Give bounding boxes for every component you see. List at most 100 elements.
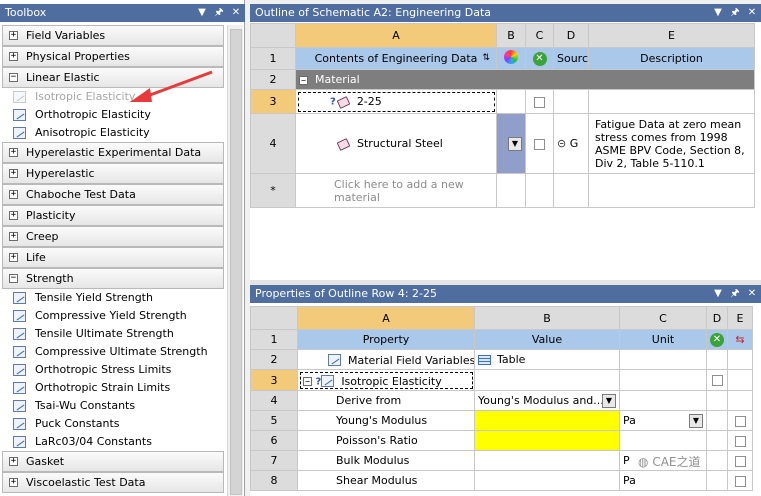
unit-select[interactable]: Pa ▼: [619, 410, 707, 431]
col-letter-c[interactable]: C: [525, 23, 554, 48]
toolbox-item-compressive-ultimate-strength[interactable]: Compressive Ultimate Strength: [2, 343, 224, 361]
source-cell[interactable]: ⊝ G: [553, 113, 589, 174]
property-cell[interactable]: Material Field Variables: [297, 349, 475, 370]
category-strength[interactable]: − Strength: [2, 268, 224, 289]
toolbox-item-tensile-ultimate-strength[interactable]: Tensile Ultimate Strength: [2, 325, 224, 343]
toolbox-scrollbar[interactable]: [227, 25, 243, 496]
close-icon[interactable]: ✕: [745, 285, 759, 303]
value-cell[interactable]: Table: [474, 349, 620, 370]
table-row-add-new[interactable]: * Click here to add a new material: [250, 173, 755, 208]
dropdown-icon[interactable]: ▼: [195, 4, 209, 22]
col-letter-d[interactable]: D: [553, 23, 589, 48]
expand-icon[interactable]: +: [9, 169, 18, 178]
collapse-icon[interactable]: −: [303, 377, 312, 386]
pin-icon[interactable]: 🖈: [212, 4, 226, 22]
group-cell[interactable]: − Material: [295, 69, 755, 90]
expand-icon[interactable]: +: [9, 211, 18, 220]
pin-icon[interactable]: 🖈: [728, 285, 742, 303]
category-hyperelastic[interactable]: + Hyperelastic: [2, 163, 224, 184]
suppress-checkbox[interactable]: [534, 96, 545, 108]
sort-icon[interactable]: ⇅: [482, 53, 490, 63]
col-letter-e[interactable]: E: [727, 306, 753, 330]
expand-icon[interactable]: +: [9, 253, 18, 262]
toolbox-item-orthotropic-strain-limits[interactable]: Orthotropic Strain Limits: [2, 379, 224, 397]
toolbox-item-anisotropic-elasticity[interactable]: Anisotropic Elasticity: [2, 124, 224, 142]
header-contents[interactable]: Contents of Engineering Data ⇅: [295, 47, 497, 70]
col-letter-b[interactable]: B: [496, 23, 526, 48]
category-field-variables[interactable]: + Field Variables: [2, 25, 224, 46]
parameter-cell[interactable]: [727, 470, 753, 491]
col-letter-d[interactable]: D: [706, 306, 728, 330]
color-cell[interactable]: [496, 89, 526, 114]
parameter-checkbox[interactable]: [734, 475, 746, 487]
col-letter-b[interactable]: B: [474, 306, 620, 330]
expand-icon[interactable]: +: [9, 478, 18, 487]
category-plasticity[interactable]: + Plasticity: [2, 205, 224, 226]
table-row[interactable]: 5 Young's Modulus Pa ▼: [250, 410, 753, 431]
table-row[interactable]: 4 Structural Steel ▼ ⊝ G Fatigue Data at…: [250, 113, 755, 174]
toolbox-item-tensile-yield-strength[interactable]: Tensile Yield Strength: [2, 289, 224, 307]
close-icon[interactable]: ✕: [745, 4, 759, 22]
parameter-cell[interactable]: [727, 410, 753, 431]
material-cell[interactable]: Structural Steel: [295, 113, 497, 174]
parameter-checkbox[interactable]: [734, 455, 746, 467]
toolbox-item-orthotropic-stress-limits[interactable]: Orthotropic Stress Limits: [2, 361, 224, 379]
toolbox-item-orthotropic-elasticity[interactable]: Orthotropic Elasticity: [2, 106, 224, 124]
col-letter-a[interactable]: A: [295, 23, 497, 48]
collapse-icon[interactable]: −: [9, 73, 18, 82]
toolbox-item-tsai-wu-constants[interactable]: Tsai-Wu Constants: [2, 397, 224, 415]
scrollbar-thumb[interactable]: [230, 29, 242, 495]
expand-icon[interactable]: +: [9, 52, 18, 61]
category-life[interactable]: + Life: [2, 247, 224, 268]
expand-icon[interactable]: +: [9, 148, 18, 157]
col-letter-e[interactable]: E: [588, 23, 755, 48]
add-material-cell[interactable]: Click here to add a new material: [295, 173, 497, 208]
toolbox-item-larc-constants[interactable]: LaRc03/04 Constants: [2, 433, 224, 451]
table-row[interactable]: 2 Material Field Variables Table: [250, 349, 753, 370]
expand-icon[interactable]: +: [9, 190, 18, 199]
expand-icon[interactable]: +: [9, 457, 18, 466]
parameter-cell[interactable]: [727, 450, 753, 471]
category-viscoelastic-test-data[interactable]: + Viscoelastic Test Data: [2, 472, 224, 493]
chevron-down-icon[interactable]: ▼: [602, 393, 616, 408]
pin-icon[interactable]: 🖈: [728, 4, 742, 22]
category-chaboche-test-data[interactable]: + Chaboche Test Data: [2, 184, 224, 205]
value-input[interactable]: [474, 430, 620, 451]
expand-icon[interactable]: +: [9, 232, 18, 241]
dropdown-icon[interactable]: ▼: [711, 285, 725, 303]
col-letter-c[interactable]: C: [619, 306, 707, 330]
chevron-down-icon[interactable]: ▼: [508, 136, 522, 151]
category-label: Life: [26, 251, 46, 264]
collapse-icon[interactable]: −: [9, 274, 18, 283]
category-hyperelastic-experimental-data[interactable]: + Hyperelastic Experimental Data: [2, 142, 224, 163]
material-cell[interactable]: ? 2-25 ▼: [295, 89, 497, 114]
expand-icon[interactable]: +: [9, 31, 18, 40]
table-row[interactable]: 3 − ? Isotropic Elasticity: [250, 369, 753, 391]
suppress-cell[interactable]: [525, 113, 554, 174]
property-cell[interactable]: − ? Isotropic Elasticity: [297, 369, 475, 391]
table-row[interactable]: 8 Shear Modulus Pa: [250, 470, 753, 491]
collapse-icon[interactable]: −: [299, 75, 308, 85]
parameter-cell[interactable]: [727, 430, 753, 451]
chevron-down-icon[interactable]: ▼: [689, 413, 703, 428]
value-input[interactable]: [474, 410, 620, 431]
suppress-checkbox[interactable]: [711, 375, 723, 386]
category-gasket[interactable]: + Gasket: [2, 451, 224, 472]
toolbox-item-puck-constants[interactable]: Puck Constants: [2, 415, 224, 433]
col-letter-a[interactable]: A: [297, 306, 475, 330]
category-creep[interactable]: + Creep: [2, 226, 224, 247]
suppress-cell[interactable]: [525, 89, 554, 114]
parameter-checkbox[interactable]: [734, 415, 746, 427]
value-select[interactable]: Young's Modulus and... ▼: [474, 390, 620, 411]
close-icon[interactable]: ✕: [229, 4, 243, 22]
table-row[interactable]: 6 Poisson's Ratio: [250, 430, 753, 451]
color-cell[interactable]: ▼: [496, 113, 526, 174]
parameter-checkbox[interactable]: [734, 435, 746, 447]
dropdown-icon[interactable]: ▼: [711, 4, 725, 22]
toolbox-item-compressive-yield-strength[interactable]: Compressive Yield Strength: [2, 307, 224, 325]
table-row[interactable]: 4 Derive from Young's Modulus and... ▼: [250, 390, 753, 411]
table-row[interactable]: 3 ? 2-25 ▼: [250, 89, 755, 114]
category-physical-properties[interactable]: + Physical Properties: [2, 46, 224, 67]
suppress-cell[interactable]: [706, 369, 728, 391]
suppress-checkbox[interactable]: [534, 138, 545, 150]
